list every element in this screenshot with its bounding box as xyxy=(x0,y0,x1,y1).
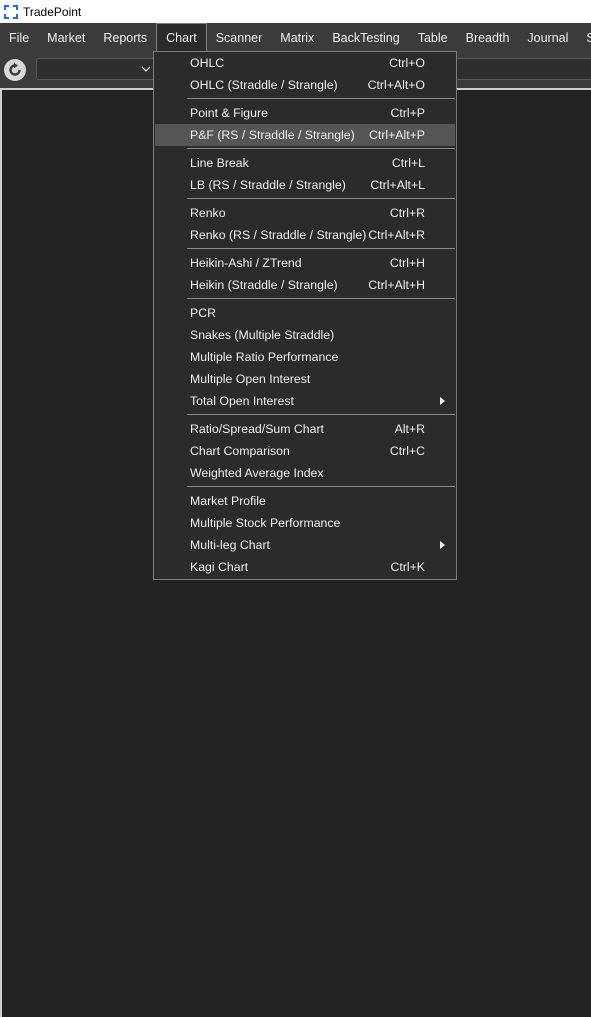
menu-table[interactable]: Table xyxy=(409,23,457,52)
menu-item-label: OHLC xyxy=(190,56,225,70)
submenu-arrow-icon xyxy=(440,397,445,405)
menu-item-label: Multiple Stock Performance xyxy=(190,516,341,530)
chevron-down-icon xyxy=(141,66,151,72)
menu-item-shortcut: Ctrl+K xyxy=(390,560,425,574)
menu-item-label: Multiple Open Interest xyxy=(190,372,311,386)
menu-item-ohlc-straddle-strangle[interactable]: OHLC (Straddle / Strangle) Ctrl+Alt+O xyxy=(155,74,455,96)
menu-item-shortcut: Ctrl+Alt+P xyxy=(368,128,425,142)
chart-menu-dropdown: OHLC Ctrl+O OHLC (Straddle / Strangle) Ctrl… xyxy=(153,51,457,580)
menu-item-heikin-straddle-strangle[interactable]: Heikin (Straddle / Strangle) Ctrl+Alt+H xyxy=(155,274,455,296)
menu-backtesting[interactable]: BackTesting xyxy=(323,23,408,52)
menu-item-total-open-interest[interactable]: Total Open Interest xyxy=(155,390,455,412)
menu-item-label: Heikin-Ashi / ZTrend xyxy=(190,256,302,270)
menu-item-label: Heikin (Straddle / Strangle) xyxy=(190,278,338,292)
menu-reports[interactable]: Reports xyxy=(94,23,156,52)
menu-journal[interactable]: Journal xyxy=(518,23,577,52)
menu-item-label: Point & Figure xyxy=(190,106,268,120)
menu-item-weighted-average-index[interactable]: Weighted Average Index xyxy=(155,462,455,484)
menu-chart[interactable]: Chart xyxy=(156,23,207,52)
menu-breadth[interactable]: Breadth xyxy=(457,23,519,52)
menu-file[interactable]: File xyxy=(0,23,38,52)
menu-item-multi-leg-chart[interactable]: Multi-leg Chart xyxy=(155,534,455,556)
menu-item-chart-comparison[interactable]: Chart Comparison Ctrl+C xyxy=(155,440,455,462)
menu-item-heikin-ashi-ztrend[interactable]: Heikin-Ashi / ZTrend Ctrl+H xyxy=(155,252,455,274)
menu-item-lb-rs-straddle-strangle[interactable]: LB (RS / Straddle / Strangle) Ctrl+Alt+L xyxy=(155,174,455,196)
menu-scanner[interactable]: Scanner xyxy=(207,23,272,52)
menu-item-multiple-open-interest[interactable]: Multiple Open Interest xyxy=(155,368,455,390)
menu-item-label: LB (RS / Straddle / Strangle) xyxy=(190,178,346,192)
refresh-icon xyxy=(9,62,21,76)
menu-item-shortcut: Ctrl+L xyxy=(391,156,425,170)
menu-item-multiple-stock-performance[interactable]: Multiple Stock Performance xyxy=(155,512,455,534)
menu-item-label: Renko (RS / Straddle / Strangle) xyxy=(190,228,367,242)
menu-item-shortcut: Ctrl+O xyxy=(389,56,425,70)
menu-item-line-break[interactable]: Line Break Ctrl+L xyxy=(155,152,455,174)
menu-item-shortcut: Ctrl+R xyxy=(389,206,425,220)
menu-item-label: Chart Comparison xyxy=(190,444,290,458)
app-logo-icon xyxy=(3,4,19,20)
toolbar-field[interactable] xyxy=(452,58,591,80)
menu-item-shortcut: Ctrl+P xyxy=(390,106,425,120)
menu-item-renko[interactable]: Renko Ctrl+R xyxy=(155,202,455,224)
title-bar: TradePoint xyxy=(0,0,591,23)
menu-matrix[interactable]: Matrix xyxy=(271,23,323,52)
menu-item-label: P&F (RS / Straddle / Strangle) xyxy=(190,128,355,142)
menu-item-label: Ratio/Spread/Sum Chart xyxy=(190,422,324,436)
menu-item-market-profile[interactable]: Market Profile xyxy=(155,490,455,512)
menu-item-shortcut: Alt+R xyxy=(394,422,425,436)
menu-item-multiple-ratio-performance[interactable]: Multiple Ratio Performance xyxy=(155,346,455,368)
menu-item-label: Line Break xyxy=(190,156,249,170)
menu-bar: File Market Reports Chart Scanner Matrix BackT… xyxy=(0,23,591,52)
menu-item-label: Market Profile xyxy=(190,494,266,508)
refresh-button[interactable] xyxy=(4,59,26,81)
menu-item-snakes-multiple-straddle[interactable]: Snakes (Multiple Straddle) xyxy=(155,324,455,346)
menu-item-shortcut: Ctrl+H xyxy=(389,256,425,270)
menu-market[interactable]: Market xyxy=(38,23,94,52)
menu-setti[interactable]: Setti xyxy=(577,23,591,52)
menu-item-label: Multi-leg Chart xyxy=(190,538,270,552)
menu-item-renko-rs-straddle-strangle[interactable]: Renko (RS / Straddle / Strangle) Ctrl+Alt… xyxy=(155,224,455,246)
menu-item-label: Renko xyxy=(190,206,226,220)
menu-item-label: Snakes (Multiple Straddle) xyxy=(190,328,335,342)
menu-item-label: Kagi Chart xyxy=(190,560,249,574)
menu-item-shortcut: Ctrl+Alt+O xyxy=(367,78,425,92)
menu-item-shortcut: Ctrl+Alt+H xyxy=(368,278,425,292)
menu-item-shortcut: Ctrl+Alt+L xyxy=(370,178,425,192)
menu-item-shortcut: Ctrl+Alt+R xyxy=(368,228,425,242)
app-title: TradePoint xyxy=(23,4,82,19)
symbol-select[interactable] xyxy=(36,58,154,80)
menu-item-pcr[interactable]: PCR xyxy=(155,302,455,324)
submenu-arrow-icon xyxy=(440,541,445,549)
menu-item-kagi-chart[interactable]: Kagi Chart Ctrl+K xyxy=(155,556,455,578)
menu-item-label: PCR xyxy=(190,306,216,320)
menu-item-p-f-rs-straddle-strangle[interactable]: P&F (RS / Straddle / Strangle) Ctrl+Alt+P xyxy=(155,124,455,146)
menu-item-label: OHLC (Straddle / Strangle) xyxy=(190,78,338,92)
menu-item-label: Total Open Interest xyxy=(190,394,294,408)
menu-item-ohlc[interactable]: OHLC Ctrl+O xyxy=(155,52,455,74)
menu-item-point-figure[interactable]: Point & Figure Ctrl+P xyxy=(155,102,455,124)
menu-item-shortcut: Ctrl+C xyxy=(389,444,425,458)
menu-item-ratio-spread-sum-chart[interactable]: Ratio/Spread/Sum Chart Alt+R xyxy=(155,418,455,440)
menu-item-label: Weighted Average Index xyxy=(190,466,324,480)
menu-item-label: Multiple Ratio Performance xyxy=(190,350,339,364)
